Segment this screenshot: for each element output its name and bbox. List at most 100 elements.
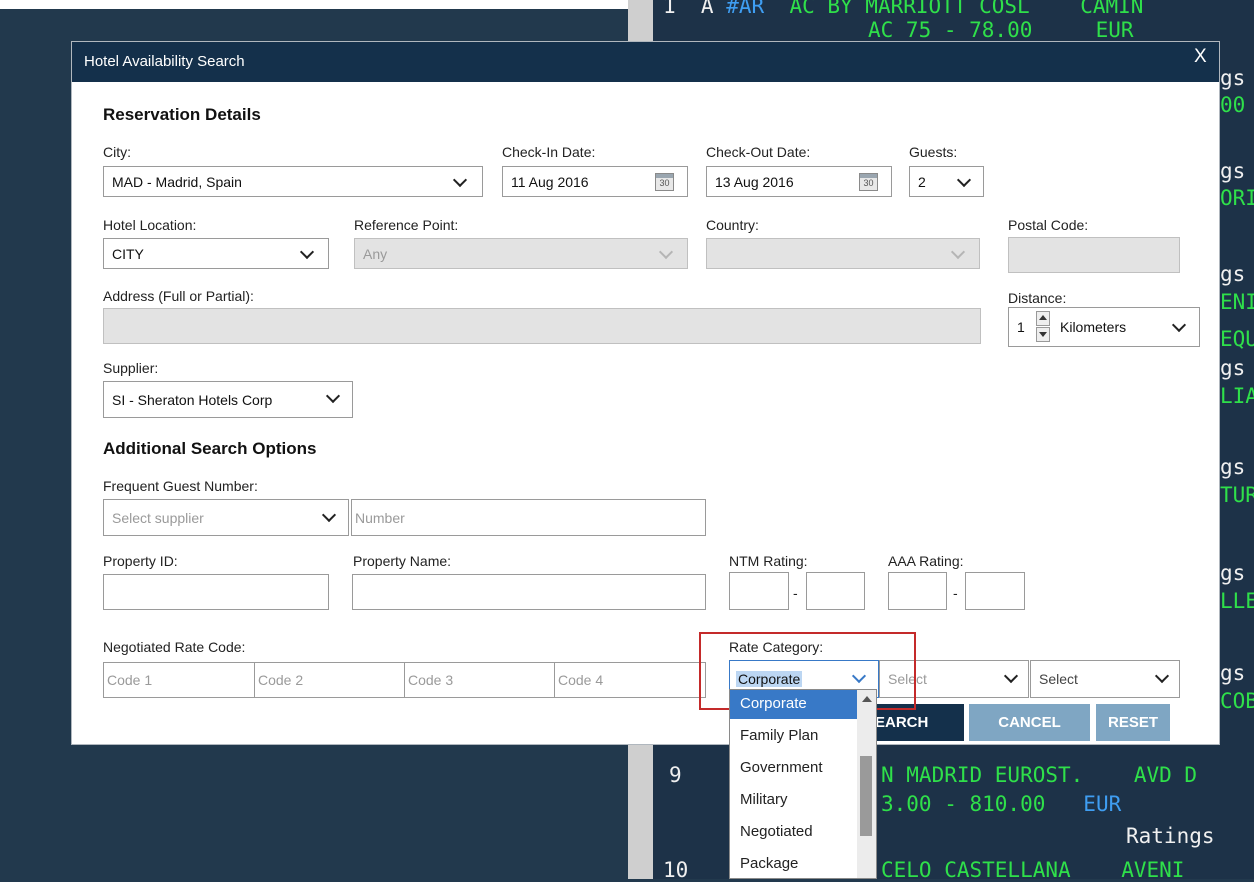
terminal-fragment: LIA [1220,384,1254,408]
dropdown-option-corporate[interactable]: Corporate [730,690,857,719]
terminal-fragment: 00 [1220,93,1246,117]
calendar-icon[interactable]: 30 [655,173,674,191]
terminal-fragment: ENI [1220,290,1254,314]
distance-label: Distance: [1008,290,1067,306]
distance-unit-select[interactable]: Kilometers [1054,308,1201,346]
terminal-fragment: gs [1220,356,1246,380]
terminal-text: 3.00 - 810.00 [881,792,1084,816]
dropdown-option-military[interactable]: Military [730,786,857,815]
postal-code-label: Postal Code: [1008,217,1089,233]
cancel-button[interactable]: CANCEL [969,704,1090,741]
distance-unit-value: Kilometers [1060,319,1127,335]
ntm-rating-min-input[interactable] [729,572,789,610]
reference-point-select[interactable]: Any [354,238,688,269]
option-label: Corporate [740,695,807,712]
dropdown-option-negotiated[interactable]: Negotiated [730,818,857,847]
terminal-text: 1 A [663,0,727,18]
country-select[interactable] [706,238,980,269]
guests-value: 2 [918,174,926,190]
reference-point-label: Reference Point: [354,217,459,233]
terminal-fragment: gs [1220,661,1246,685]
option-label: Negotiated [740,823,813,840]
terminal-line-10-num: 10 [663,858,689,882]
chevron-down-icon [321,507,337,523]
supplier-label: Supplier: [103,360,159,376]
terminal-fragment: TUR [1220,483,1254,507]
property-name-label: Property Name: [353,553,452,569]
caret-up-icon [1039,315,1047,320]
terminal-fragment: gs [1220,66,1246,90]
supplier-value: SI - Sheraton Hotels Corp [112,392,273,408]
postal-code-input[interactable] [1008,237,1180,273]
supplier-select[interactable]: SI - Sheraton Hotels Corp [103,381,353,418]
terminal-fragment: EQU [1220,327,1254,351]
rate-code-1-input[interactable]: Code 1 [103,662,255,698]
distance-value: 1 [1017,319,1025,335]
frequent-guest-number-input[interactable]: Number [351,499,706,536]
chevron-down-icon [1171,317,1187,333]
terminal-text: AC BY MARRIOTT COSL CAMIN [764,0,1144,18]
terminal-fragment: gs [1220,561,1246,585]
property-name-input[interactable] [352,574,706,610]
checkout-date-input[interactable]: 13 Aug 2016 30 [706,166,892,197]
rate-code-2-input[interactable]: Code 2 [254,662,405,698]
terminal-fragment: gs [1220,159,1246,183]
checkout-value: 13 Aug 2016 [715,174,794,190]
terminal-fragment: gs [1220,455,1246,479]
spinner-down-button[interactable] [1036,327,1050,342]
frequent-guest-supplier-placeholder: Select supplier [112,510,204,526]
chevron-down-icon [950,244,966,260]
country-label: Country: [706,217,759,233]
negotiated-rate-label: Negotiated Rate Code: [103,639,246,655]
reservation-details-heading: Reservation Details [103,105,261,124]
aaa-rating-min-input[interactable] [888,572,947,610]
caret-down-icon [1039,332,1047,337]
calendar-icon[interactable]: 30 [859,173,878,191]
hotel-location-select[interactable]: CITY [103,238,329,269]
rate-code-3-input[interactable]: Code 3 [404,662,555,698]
reference-point-value: Any [363,246,388,262]
chevron-down-icon [1154,668,1170,684]
chevron-down-icon [956,172,972,188]
option-label: Family Plan [740,727,819,744]
guests-select[interactable]: 2 [909,166,984,197]
chevron-down-icon [325,388,341,404]
dialog-title: Hotel Availability Search [84,53,245,70]
rate-category-dropdown-list[interactable]: Corporate Family Plan Government Militar… [729,689,877,879]
guests-label: Guests: [909,144,958,160]
checkout-label: Check-Out Date: [706,144,811,160]
rate-code-placeholder: Code 3 [408,672,454,688]
rate-code-4-input[interactable]: Code 4 [554,662,706,698]
scrollbar-thumb[interactable] [860,756,872,836]
dropdown-option-family-plan[interactable]: Family Plan [730,722,857,751]
checkin-date-input[interactable]: 11 Aug 2016 30 [502,166,688,197]
spinner-up-button[interactable] [1036,311,1050,326]
ntm-rating-max-input[interactable] [806,572,865,610]
terminal-fragment: ORI [1220,186,1254,210]
hotel-search-dialog: Hotel Availability Search X Reservation … [72,42,1219,744]
address-label: Address (Full or Partial): [103,288,254,304]
reset-button[interactable]: RESET [1096,704,1170,741]
additional-options-heading: Additional Search Options [103,439,317,458]
rate-category-3-select[interactable]: Select [1030,660,1180,698]
ntm-rating-label: NTM Rating: [729,553,808,569]
dropdown-option-package[interactable]: Package [730,850,857,878]
terminal-line-1: 1 A #AR AC BY MARRIOTT COSL CAMIN [663,0,1143,18]
option-label: Government [740,759,823,776]
terminal-line-9: N MADRID EUROST. AVD D [881,763,1198,787]
close-button[interactable]: X [1194,46,1207,68]
dropdown-option-government[interactable]: Government [730,754,857,783]
city-select[interactable]: MAD - Madrid, Spain [103,166,483,197]
property-id-input[interactable] [103,574,329,610]
aaa-rating-max-input[interactable] [965,572,1025,610]
chevron-down-icon [299,244,315,260]
rate-code-placeholder: Code 2 [258,672,304,688]
rate-category-3-value: Select [1039,671,1078,687]
frequent-guest-label: Frequent Guest Number: [103,478,258,494]
dropdown-scrollbar[interactable] [857,690,876,878]
city-label: City: [103,144,131,160]
scroll-up-icon[interactable] [862,696,872,702]
address-input[interactable] [103,308,981,344]
chevron-down-icon [658,244,674,260]
frequent-guest-supplier-select[interactable]: Select supplier [103,499,349,536]
